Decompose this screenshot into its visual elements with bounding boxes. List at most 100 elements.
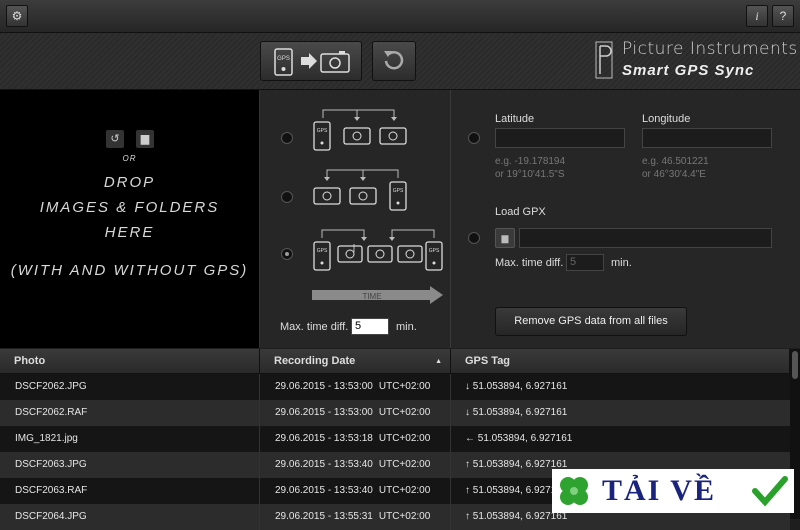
clover-icon <box>560 477 588 505</box>
longitude-hint-2: or 46°30'4.4"E <box>642 169 706 180</box>
gps-tag-cell: ↓ 51.053894, 6.927161 <box>451 374 790 400</box>
settings-button[interactable]: ⚙ <box>6 5 28 27</box>
max-time-diff-input[interactable]: 5 <box>351 318 389 335</box>
max-time-diff-label: Max. time diff. <box>280 321 349 333</box>
gear-icon: ⚙ <box>11 9 23 23</box>
recording-date-label: Recording Date <box>274 355 356 367</box>
info-button[interactable]: i <box>746 5 768 27</box>
help-button[interactable]: ? <box>772 5 794 27</box>
gps-last-diagram: GPS <box>313 169 407 211</box>
gps-to-camera-icon: GPS <box>274 48 350 76</box>
latitude-hint-2: or 19°10'41.5"S <box>495 169 565 180</box>
banner: GPS Picture Instruments Smart GPS Sync <box>0 33 800 90</box>
svg-text:GPS: GPS <box>317 128 328 134</box>
remove-gps-button[interactable]: Remove GPS data from all files <box>495 307 687 336</box>
timezone-value: UTC+02:00 <box>378 459 431 470</box>
gps-tag-cell: ← 51.053894, 6.927161 <box>451 426 790 452</box>
load-gpx-label: Load GPX <box>495 206 546 218</box>
watermark-text: TẢI VỀ <box>602 474 716 507</box>
drop-line-3: HERE <box>104 224 155 241</box>
sort-ascending-icon: ▲ <box>435 358 442 365</box>
mode-radio-gps-both[interactable] <box>281 248 293 260</box>
reset-icon[interactable]: ↺ <box>106 130 124 148</box>
mode-radio-gps-last[interactable] <box>281 191 293 203</box>
photo-cell: DSCF2062.JPG <box>0 374 260 400</box>
location-radio-coordinates[interactable] <box>468 132 480 144</box>
reset-icon <box>384 51 404 70</box>
drop-line-2: IMAGES & FOLDERS <box>39 199 220 216</box>
scrollbar-thumb[interactable] <box>792 351 798 379</box>
latitude-input[interactable] <box>495 128 625 148</box>
longitude-input[interactable] <box>642 128 772 148</box>
date-value: 29.06.2015 - 13:53:40 <box>275 459 373 470</box>
timezone-value: UTC+02:00 <box>378 381 431 392</box>
timezone-value: UTC+02:00 <box>378 433 431 444</box>
direction-icon: ↓ <box>465 407 470 418</box>
column-header-gps-tag[interactable]: GPS Tag <box>451 349 790 374</box>
svg-text:GPS: GPS <box>393 188 404 194</box>
date-value: 29.06.2015 - 13:53:18 <box>275 433 373 444</box>
location-radio-gpx[interactable] <box>468 232 480 244</box>
direction-icon: ↑ <box>465 485 470 496</box>
photo-cell: DSCF2063.RAF <box>0 478 260 504</box>
reset-button[interactable] <box>372 41 416 81</box>
svg-text:GPS: GPS <box>317 248 328 254</box>
timezone-value: UTC+02:00 <box>378 511 431 522</box>
photo-cell: DSCF2062.RAF <box>0 400 260 426</box>
logo-subtitle: Smart GPS Sync <box>622 62 755 79</box>
svg-text:TIME: TIME <box>362 292 381 301</box>
gps-value: 51.053894, 6.927161 <box>472 381 568 392</box>
direction-icon: ← <box>465 433 475 444</box>
top-bar: ⚙ i ? <box>0 0 800 33</box>
gpx-max-time-diff-label: Max. time diff. <box>495 257 564 269</box>
table-row[interactable]: DSCF2062.JPG 29.06.2015 - 13:53:00 UTC+02:… <box>0 374 790 400</box>
column-header-photo[interactable]: Photo <box>0 349 260 374</box>
gps-label: GPS <box>277 56 290 62</box>
table-row[interactable]: IMG_1821.jpg 29.06.2015 - 13:53:18 UTC+02:… <box>0 426 790 452</box>
longitude-hint-1: e.g. 46.501221 <box>642 156 709 167</box>
direction-icon: ↑ <box>465 459 470 470</box>
recording-date-cell: 29.06.2015 - 13:53:00 UTC+02:00 <box>260 400 451 426</box>
folder-icon[interactable]: ▆ <box>136 130 154 148</box>
checkmark-icon <box>752 476 788 507</box>
drop-zone[interactable]: ↺ ▆ OR DROP IMAGES & FOLDERS HERE (WITH … <box>0 90 260 348</box>
date-value: 29.06.2015 - 13:53:40 <box>275 485 373 496</box>
recording-date-cell: 29.06.2015 - 13:53:40 UTC+02:00 <box>260 478 451 504</box>
folder-icon[interactable]: ▆ <box>495 228 515 248</box>
timezone-value: UTC+02:00 <box>378 407 431 418</box>
gps-first-diagram: GPS <box>313 109 407 151</box>
gps-value: 51.053894, 6.927161 <box>472 407 568 418</box>
date-value: 29.06.2015 - 13:55:31 <box>275 511 373 522</box>
watermark: TẢI VỀ <box>552 469 794 513</box>
date-value: 29.06.2015 - 13:53:00 <box>275 381 373 392</box>
time-arrow: TIME <box>312 286 443 304</box>
logo-name: Picture Instruments <box>622 39 798 59</box>
mode-radio-gps-first[interactable] <box>281 132 293 144</box>
gps-both-diagram: GPS GPS <box>313 229 443 271</box>
gps-value: 51.053894, 6.927161 <box>477 433 573 444</box>
sync-button[interactable]: GPS <box>260 41 362 81</box>
direction-icon: ↓ <box>465 381 470 392</box>
gps-tag-cell: ↓ 51.053894, 6.927161 <box>451 400 790 426</box>
date-value: 29.06.2015 - 13:53:00 <box>275 407 373 418</box>
drop-line-4: (WITH AND WITHOUT GPS) <box>10 262 249 279</box>
logo-icon <box>595 41 613 79</box>
direction-icon: ↑ <box>465 511 470 522</box>
gpx-max-time-diff-unit: min. <box>611 257 632 269</box>
recording-date-cell: 29.06.2015 - 13:53:18 UTC+02:00 <box>260 426 451 452</box>
table-row[interactable]: DSCF2062.RAF 29.06.2015 - 13:53:00 UTC+02:… <box>0 400 790 426</box>
or-label: OR <box>122 154 137 163</box>
gpx-max-time-diff-input[interactable]: 5 <box>566 254 604 271</box>
photo-cell: DSCF2064.JPG <box>0 504 260 530</box>
column-header-recording-date[interactable]: Recording Date ▲ <box>260 349 451 374</box>
sync-mode-panel: GPS GPS GPS GPS TIME Max. time diff. 5 m… <box>260 90 451 348</box>
svg-text:GPS: GPS <box>429 248 440 254</box>
max-time-diff-unit: min. <box>396 321 417 333</box>
longitude-label: Longitude <box>642 113 691 125</box>
gpx-path-input[interactable] <box>519 228 772 248</box>
photo-cell: IMG_1821.jpg <box>0 426 260 452</box>
photo-cell: DSCF2063.JPG <box>0 452 260 478</box>
latitude-hint-1: e.g. -19.178194 <box>495 156 566 167</box>
timezone-value: UTC+02:00 <box>378 485 431 496</box>
recording-date-cell: 29.06.2015 - 13:53:40 UTC+02:00 <box>260 452 451 478</box>
